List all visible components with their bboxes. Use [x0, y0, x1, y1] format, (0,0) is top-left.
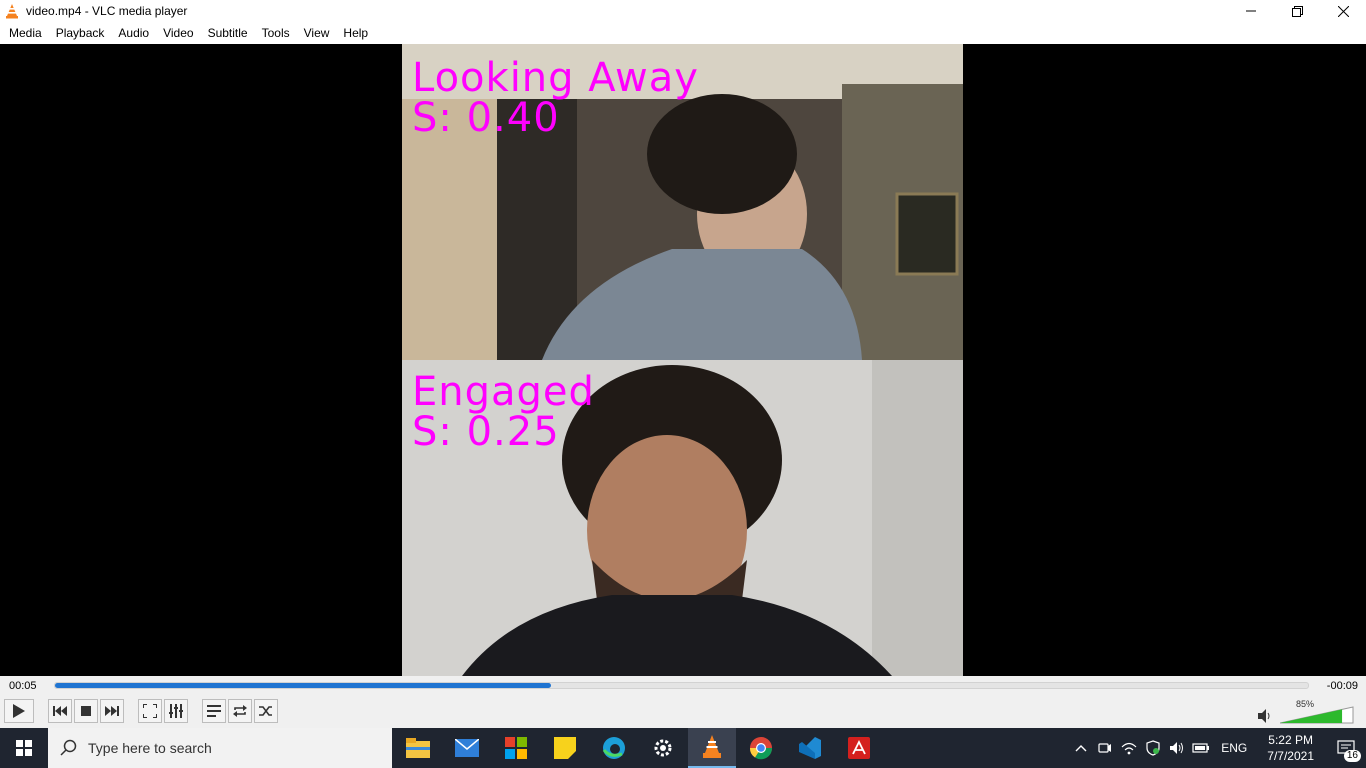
- bottom-score-label: S: 0.25: [412, 409, 560, 455]
- input-language[interactable]: ENG: [1213, 741, 1255, 755]
- time-elapsed: 00:05: [9, 680, 37, 692]
- tray-network[interactable]: [1117, 728, 1141, 768]
- volume-slider[interactable]: [1280, 706, 1354, 724]
- next-icon: [105, 706, 119, 716]
- video-surface[interactable]: Looking Away S: 0.40 Engaged S: 0.25: [0, 44, 1366, 676]
- tray-volume[interactable]: [1165, 728, 1189, 768]
- taskbar-chrome[interactable]: [737, 728, 785, 768]
- office-icon: [505, 737, 527, 759]
- show-hidden-icons-button[interactable]: [1069, 728, 1093, 768]
- sticky-notes-icon: [554, 737, 576, 759]
- playlist-icon: [207, 705, 221, 717]
- shuffle-button[interactable]: [254, 699, 278, 723]
- start-button[interactable]: [0, 728, 48, 768]
- video-frame-top: Looking Away S: 0.40: [402, 44, 963, 360]
- settings-icon: [654, 739, 672, 757]
- play-icon: [13, 704, 25, 718]
- seek-progress: [55, 683, 552, 688]
- top-status-label: Looking Away: [412, 55, 699, 101]
- minimize-icon: [1246, 10, 1256, 12]
- close-button[interactable]: [1320, 0, 1366, 22]
- taskbar-acrobat[interactable]: [835, 728, 883, 768]
- tray-battery[interactable]: [1189, 728, 1213, 768]
- windows-logo-icon: [16, 740, 32, 756]
- speaker-icon: [1258, 709, 1270, 723]
- taskbar: Type here to search ENG 5:22 PM 7/7/2021…: [0, 728, 1366, 768]
- controls-row: 85%: [0, 696, 1366, 728]
- play-button[interactable]: [4, 699, 34, 723]
- bottom-status-label: Engaged: [412, 369, 595, 415]
- wifi-icon: [1121, 742, 1137, 755]
- menu-audio[interactable]: Audio: [111, 22, 156, 44]
- vscode-icon: [799, 737, 821, 759]
- menu-bar: Media Playback Audio Video Subtitle Tool…: [0, 22, 1366, 44]
- seek-row: 00:05 -00:09: [0, 676, 1366, 696]
- equalizer-icon: [169, 704, 183, 718]
- previous-icon: [53, 706, 67, 716]
- taskbar-office[interactable]: [492, 728, 540, 768]
- fullscreen-button[interactable]: [138, 699, 162, 723]
- loop-button[interactable]: [228, 699, 252, 723]
- vlc-icon: [703, 735, 721, 758]
- taskbar-file-explorer[interactable]: [394, 728, 442, 768]
- search-icon: [60, 739, 77, 756]
- minimize-button[interactable]: [1228, 0, 1274, 22]
- shuffle-icon: [259, 706, 272, 716]
- mail-icon: [455, 739, 479, 757]
- menu-view[interactable]: View: [297, 22, 337, 44]
- top-score-label: S: 0.40: [412, 95, 560, 141]
- clock-time: 5:22 PM: [1268, 733, 1313, 747]
- menu-video[interactable]: Video: [156, 22, 200, 44]
- extended-settings-button[interactable]: [164, 699, 188, 723]
- acrobat-icon: [848, 737, 870, 759]
- seek-bar[interactable]: [54, 682, 1309, 689]
- menu-subtitle[interactable]: Subtitle: [201, 22, 255, 44]
- time-remaining[interactable]: -00:09: [1327, 680, 1358, 692]
- video-frame-bottom: Engaged S: 0.25: [402, 360, 963, 676]
- taskbar-sticky-notes[interactable]: [541, 728, 589, 768]
- title-bar: video.mp4 - VLC media player: [0, 0, 1366, 22]
- menu-playback[interactable]: Playback: [49, 22, 112, 44]
- shield-icon: [1146, 740, 1160, 756]
- stop-icon: [81, 706, 91, 716]
- edge-icon: [602, 737, 625, 759]
- clock[interactable]: 5:22 PM 7/7/2021: [1255, 732, 1326, 764]
- tray-security[interactable]: [1141, 728, 1165, 768]
- previous-button[interactable]: [48, 699, 72, 723]
- notification-count-badge: 16: [1343, 750, 1361, 762]
- tray-meet-now[interactable]: [1093, 728, 1117, 768]
- taskbar-mail[interactable]: [443, 728, 491, 768]
- next-button[interactable]: [100, 699, 124, 723]
- chrome-icon: [749, 737, 773, 760]
- menu-help[interactable]: Help: [336, 22, 375, 44]
- system-tray: ENG 5:22 PM 7/7/2021 16: [1069, 728, 1366, 768]
- playlist-button[interactable]: [202, 699, 226, 723]
- close-icon: [1337, 5, 1349, 17]
- restore-button[interactable]: [1274, 0, 1320, 22]
- chevron-up-icon: [1075, 745, 1087, 752]
- volume-control[interactable]: 85%: [1258, 699, 1358, 724]
- taskbar-edge[interactable]: [590, 728, 638, 768]
- action-center-button[interactable]: 16: [1326, 728, 1366, 768]
- file-explorer-icon: [406, 738, 430, 758]
- taskbar-vlc[interactable]: [688, 728, 736, 768]
- volume-icon: [1170, 742, 1184, 754]
- clock-date: 7/7/2021: [1267, 749, 1314, 763]
- restore-icon: [1291, 5, 1303, 17]
- menu-media[interactable]: Media: [2, 22, 49, 44]
- meet-now-icon: [1098, 743, 1112, 753]
- loop-icon: [233, 705, 247, 717]
- menu-tools[interactable]: Tools: [255, 22, 297, 44]
- stop-button[interactable]: [74, 699, 98, 723]
- fullscreen-icon: [143, 704, 157, 718]
- battery-icon: [1192, 743, 1210, 753]
- taskbar-search[interactable]: Type here to search: [48, 728, 392, 768]
- search-placeholder: Type here to search: [88, 740, 212, 756]
- window-title: video.mp4 - VLC media player: [26, 4, 188, 18]
- taskbar-vscode[interactable]: [786, 728, 834, 768]
- taskbar-settings[interactable]: [639, 728, 687, 768]
- vlc-cone-icon: [4, 3, 20, 19]
